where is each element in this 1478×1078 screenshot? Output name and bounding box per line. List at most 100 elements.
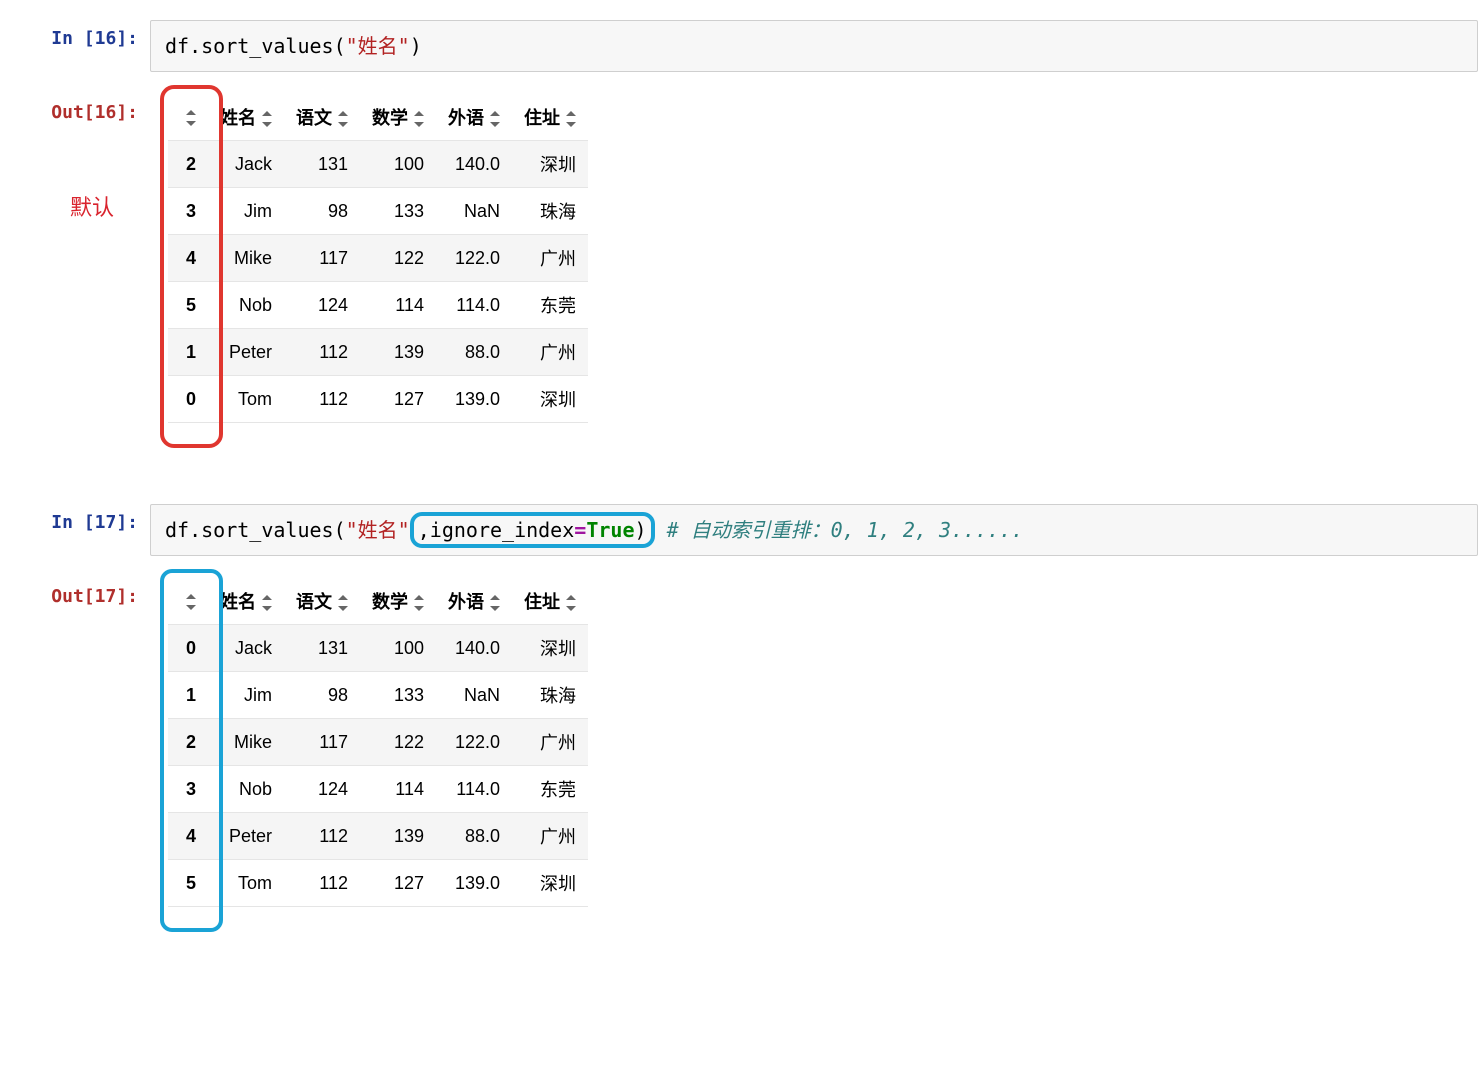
cell: 114.0 <box>436 766 512 813</box>
cell: 122 <box>360 719 436 766</box>
cell: 127 <box>360 860 436 907</box>
cell: 133 <box>360 188 436 235</box>
col-header[interactable]: 数学 <box>360 94 436 141</box>
table-row: 4Peter11213988.0广州 <box>168 813 588 860</box>
sort-icon <box>490 596 500 610</box>
cell: 深圳 <box>512 376 588 423</box>
sort-icon <box>262 112 272 126</box>
row-index: 3 <box>168 766 208 813</box>
table-row: 3Nob124114114.0东莞 <box>168 766 588 813</box>
cell: Peter <box>208 329 284 376</box>
output-area-17: 姓名 语文 数学 外语 住址 0Jack131100140.0深圳1Jim981… <box>150 574 1478 938</box>
cell: 112 <box>284 329 360 376</box>
cell: Peter <box>208 813 284 860</box>
index-header[interactable] <box>168 94 208 141</box>
col-header[interactable]: 外语 <box>436 578 512 625</box>
code-input-16[interactable]: df.sort_values("姓名") <box>150 20 1478 72</box>
cell: NaN <box>436 188 512 235</box>
cell: 133 <box>360 672 436 719</box>
cell: Tom <box>208 376 284 423</box>
row-index: 0 <box>168 376 208 423</box>
sort-icon <box>490 112 500 126</box>
code-input-17[interactable]: df.sort_values("姓名",ignore_index=True) #… <box>150 504 1478 556</box>
cell: 140.0 <box>436 141 512 188</box>
row-index: 0 <box>168 625 208 672</box>
out-prompt: Out[16]: <box>0 94 150 123</box>
sort-icon <box>186 111 196 125</box>
row-index: 1 <box>168 672 208 719</box>
col-header[interactable]: 姓名 <box>208 578 284 625</box>
cell: Mike <box>208 719 284 766</box>
cell: 112 <box>284 376 360 423</box>
cell: Jack <box>208 625 284 672</box>
cell: 114 <box>360 766 436 813</box>
sort-icon <box>262 596 272 610</box>
row-index: 2 <box>168 141 208 188</box>
table-row: 0Jack131100140.0深圳 <box>168 625 588 672</box>
cell: 131 <box>284 141 360 188</box>
table-row: 1Jim98133NaN珠海 <box>168 672 588 719</box>
cell: 珠海 <box>512 672 588 719</box>
row-index: 5 <box>168 860 208 907</box>
cell: 139 <box>360 329 436 376</box>
table-header-row: 姓名 语文 数学 外语 住址 <box>168 578 588 625</box>
code-cell-16: In [16]: df.sort_values("姓名") <box>0 20 1478 72</box>
col-header[interactable]: 住址 <box>512 94 588 141</box>
index-header[interactable] <box>168 578 208 625</box>
col-header[interactable]: 语文 <box>284 94 360 141</box>
code-text: df.sort_values("姓名") <box>165 34 422 58</box>
table-row: 2Jack131100140.0深圳 <box>168 141 588 188</box>
output-cell-16: Out[16]: 默认 姓名 语文 数学 外语 住址 2Jack13110014… <box>0 90 1478 454</box>
row-index: 2 <box>168 719 208 766</box>
out-prompt: Out[17]: <box>0 578 150 607</box>
row-index: 4 <box>168 235 208 282</box>
code-cell-17: In [17]: df.sort_values("姓名",ignore_inde… <box>0 504 1478 556</box>
annotation-default: 默认 <box>70 190 114 222</box>
cell: 139.0 <box>436 376 512 423</box>
table-row: 2Mike117122122.0广州 <box>168 719 588 766</box>
sort-icon <box>414 112 424 126</box>
cell: 114.0 <box>436 282 512 329</box>
row-index: 3 <box>168 188 208 235</box>
code-text: df.sort_values("姓名",ignore_index=True) #… <box>165 518 1023 542</box>
in-prompt: In [17]: <box>0 504 150 533</box>
dataframe-table-16: 姓名 语文 数学 外语 住址 2Jack131100140.0深圳3Jim981… <box>168 94 588 423</box>
cell: 深圳 <box>512 625 588 672</box>
cell: 东莞 <box>512 766 588 813</box>
cell: 122 <box>360 235 436 282</box>
cell: 139.0 <box>436 860 512 907</box>
cell: 112 <box>284 813 360 860</box>
cell: Jim <box>208 188 284 235</box>
cell: 88.0 <box>436 813 512 860</box>
cell: Nob <box>208 282 284 329</box>
cell: Jim <box>208 672 284 719</box>
cell: 88.0 <box>436 329 512 376</box>
sort-icon <box>338 112 348 126</box>
table-row: 0Tom112127139.0深圳 <box>168 376 588 423</box>
table-row: 1Peter11213988.0广州 <box>168 329 588 376</box>
table-row: 5Nob124114114.0东莞 <box>168 282 588 329</box>
col-header[interactable]: 数学 <box>360 578 436 625</box>
cell: 117 <box>284 235 360 282</box>
col-header[interactable]: 住址 <box>512 578 588 625</box>
col-header[interactable]: 外语 <box>436 94 512 141</box>
table-header-row: 姓名 语文 数学 外语 住址 <box>168 94 588 141</box>
cell: 98 <box>284 672 360 719</box>
row-index: 4 <box>168 813 208 860</box>
cell: 139 <box>360 813 436 860</box>
sort-icon <box>414 596 424 610</box>
cell: 广州 <box>512 813 588 860</box>
cell: 122.0 <box>436 235 512 282</box>
cell: 124 <box>284 766 360 813</box>
cell: 114 <box>360 282 436 329</box>
sort-icon <box>566 112 576 126</box>
row-index: 1 <box>168 329 208 376</box>
sort-icon <box>566 596 576 610</box>
in-prompt: In [16]: <box>0 20 150 49</box>
col-header[interactable]: 姓名 <box>208 94 284 141</box>
cell: 112 <box>284 860 360 907</box>
cell: 122.0 <box>436 719 512 766</box>
col-header[interactable]: 语文 <box>284 578 360 625</box>
cell: 广州 <box>512 235 588 282</box>
cell: 131 <box>284 625 360 672</box>
